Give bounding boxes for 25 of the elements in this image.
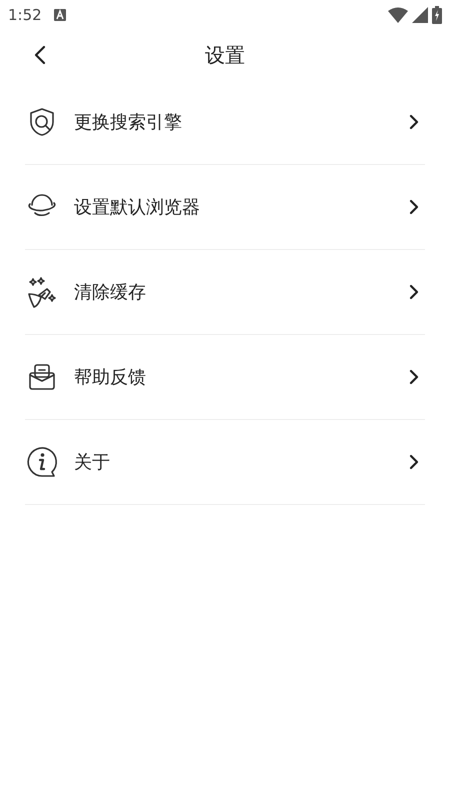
chevron-right-icon [409, 454, 419, 470]
item-label: 设置默认浏览器 [74, 196, 201, 220]
status-time: 1:52 [8, 4, 42, 26]
wifi-icon [388, 7, 408, 23]
battery-icon [432, 6, 442, 24]
info-icon [25, 445, 59, 479]
signal-icon [412, 7, 428, 23]
item-label: 关于 [74, 450, 111, 474]
settings-item[interactable]: 清除缓存 [25, 250, 425, 335]
settings-item[interactable]: 设置默认浏览器 [25, 165, 425, 250]
chevron-right-icon [409, 369, 419, 385]
chevron-right-icon [409, 284, 419, 300]
inbox-icon [26, 361, 58, 393]
settings-item[interactable]: 关于 [25, 420, 425, 505]
broom-sparkle-icon [25, 275, 59, 309]
item-label: 清除缓存 [74, 280, 147, 304]
chevron-right-icon [409, 114, 419, 130]
page-title: 设置 [205, 42, 245, 69]
settings-item[interactable]: 更换搜索引擎 [25, 80, 425, 165]
back-icon[interactable] [34, 45, 46, 65]
item-label: 帮助反馈 [74, 366, 147, 390]
settings-item[interactable]: 帮助反馈 [25, 335, 425, 420]
chevron-right-icon [409, 199, 419, 215]
app-notification-icon [54, 9, 66, 21]
item-label: 更换搜索引擎 [74, 110, 183, 134]
